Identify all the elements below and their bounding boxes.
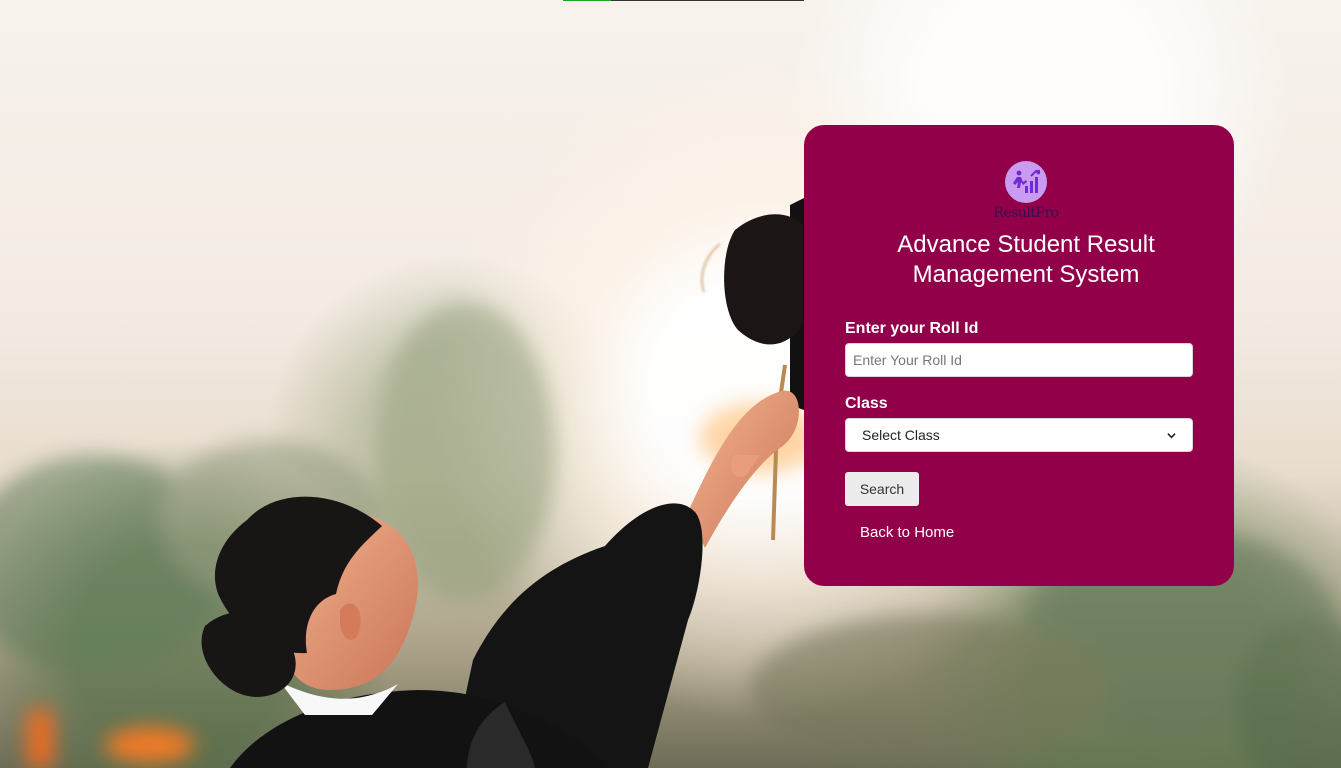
class-select-value: Select Class — [862, 427, 940, 443]
class-label: Class — [845, 395, 888, 412]
roll-id-label: Enter your Roll Id — [845, 320, 979, 337]
roll-id-input[interactable] — [845, 343, 1193, 377]
page-title: Advance Student Result Management System — [897, 231, 1155, 288]
chevron-down-icon — [1167, 432, 1176, 438]
resultpro-logo: ResultPro — [990, 160, 1062, 230]
logo-circle — [1005, 161, 1047, 203]
back-to-home-link[interactable]: Back to Home — [860, 523, 954, 543]
student-result-card: ResultPro Advance Student Result Managem… — [804, 125, 1234, 586]
logo-text: ResultPro — [993, 205, 1059, 221]
login-background: ResultPro Advance Student Result Managem… — [0, 0, 1341, 768]
search-button[interactable]: Search — [845, 472, 919, 506]
class-select[interactable]: Select Class — [845, 418, 1193, 452]
student-progress-icon — [1013, 169, 1040, 193]
